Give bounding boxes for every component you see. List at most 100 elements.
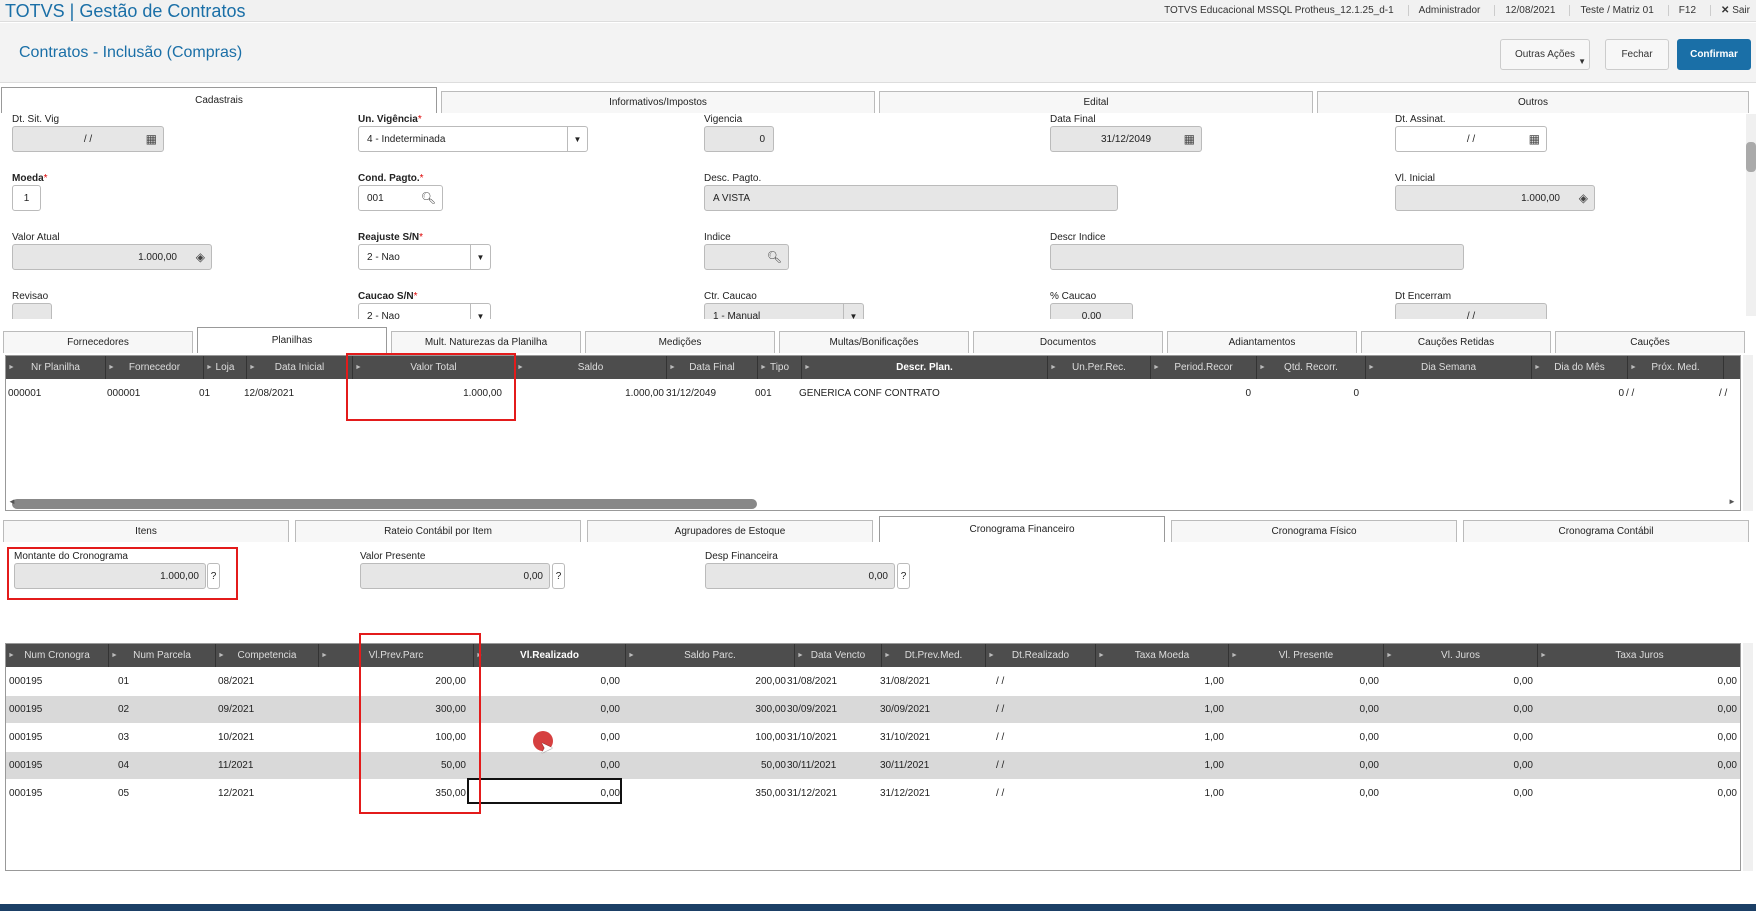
pct-caucao-field[interactable]: 0,00 <box>1050 303 1133 319</box>
col-vl-realizado[interactable]: ► Vl.Realizado <box>474 644 626 667</box>
tab-fornecedores[interactable]: Fornecedores <box>3 331 193 353</box>
col-un-per-rec[interactable]: ► Un.Per.Rec. <box>1048 356 1151 379</box>
form-scrollbar[interactable] <box>1746 114 1756 316</box>
tab-cronograma-financeiro[interactable]: Cronograma Financeiro <box>879 516 1165 542</box>
col-vl-presente[interactable]: ► Vl. Presente <box>1229 644 1384 667</box>
col-qtd-recorr[interactable]: ► Qtd. Recorr. <box>1257 356 1366 379</box>
other-actions-button[interactable]: Outras Ações ▼ <box>1500 39 1590 70</box>
tab-rateio[interactable]: Rateio Contábil por Item <box>295 520 581 542</box>
confirm-button[interactable]: Confirmar <box>1677 39 1751 70</box>
data-final-field[interactable]: 31/12/2049 ▦ <box>1050 126 1202 152</box>
tab-adiantamentos[interactable]: Adiantamentos <box>1167 331 1357 353</box>
cond-pagto-field[interactable]: 001 🔍︎ <box>358 185 443 211</box>
col-loja[interactable]: ► Loja <box>204 356 247 379</box>
col-period-recor[interactable]: ► Period.Recor <box>1151 356 1257 379</box>
col-taxa-moeda[interactable]: ► Taxa Moeda <box>1096 644 1229 667</box>
close-button[interactable]: Fechar <box>1605 39 1669 70</box>
scroll-right-icon[interactable]: ► <box>1728 497 1736 506</box>
chevron-down-icon[interactable]: ▼ <box>470 245 490 269</box>
col-fornecedor[interactable]: ► Fornecedor <box>106 356 204 379</box>
col-saldo-parc[interactable]: ► Saldo Parc. <box>626 644 795 667</box>
tab-cronograma-contabil[interactable]: Cronograma Contábil <box>1463 520 1749 542</box>
planilhas-grid[interactable]: ► Nr Planilha ► Fornecedor ► Loja ► Data Ini… <box>5 355 1741 511</box>
col-dia-semana[interactable]: ► Dia Semana <box>1366 356 1532 379</box>
planilhas-vscroll[interactable] <box>1743 355 1753 511</box>
tab-cadastrais[interactable]: Cadastrais <box>1 87 437 113</box>
revisao-field[interactable] <box>12 303 52 319</box>
tab-medicoes[interactable]: Medições <box>585 331 775 353</box>
horizontal-scrollbar[interactable] <box>12 499 757 509</box>
user-label[interactable]: Administrador <box>1407 5 1480 16</box>
col-descr-plan[interactable]: ► Descr. Plan. <box>802 356 1048 379</box>
chevron-down-icon[interactable]: ▼ <box>843 304 863 319</box>
scroll-left-icon[interactable]: ◄ <box>8 497 16 506</box>
descr-indice-field[interactable] <box>1050 244 1464 270</box>
moeda-field[interactable]: 1 <box>12 185 41 211</box>
calculator-icon[interactable]: ◈ <box>196 250 205 264</box>
tab-cronograma-fisico[interactable]: Cronograma Físico <box>1171 520 1457 542</box>
search-icon[interactable]: 🔍︎ <box>767 250 782 264</box>
tab-agrupadores[interactable]: Agrupadores de Estoque <box>587 520 873 542</box>
shortcut-label[interactable]: F12 <box>1667 5 1696 16</box>
chevron-down-icon[interactable]: ▼ <box>567 127 587 151</box>
table-row[interactable]: 000195 01 08/2021 200,00 0,00 200,00 31/08/202… <box>6 668 1740 695</box>
chevron-down-icon[interactable]: ▼ <box>470 304 490 319</box>
calculator-icon[interactable]: ◈ <box>1579 191 1588 205</box>
vigencia-field[interactable]: 0 <box>704 126 774 152</box>
reajuste-select[interactable]: 2 - Nao ▼ <box>358 244 491 270</box>
tab-outros[interactable]: Outros <box>1317 91 1749 113</box>
tab-caucoes[interactable]: Cauções <box>1555 331 1745 353</box>
col-taxa-juros[interactable]: ► Taxa Juros <box>1538 644 1740 667</box>
calendar-icon[interactable]: ▦ <box>146 132 157 146</box>
table-row[interactable]: 000001 000001 01 12/08/2021 1.000,00 1.0… <box>6 380 1727 407</box>
col-nr-planilha[interactable]: ► Nr Planilha <box>6 356 106 379</box>
cronograma-vscroll[interactable] <box>1743 643 1753 871</box>
caucao-select[interactable]: 2 - Nao ▼ <box>358 303 491 319</box>
date-label[interactable]: 12/08/2021 <box>1494 5 1555 16</box>
col-vl-juros[interactable]: ► Vl. Juros <box>1384 644 1538 667</box>
tab-edital[interactable]: Edital <box>879 91 1313 113</box>
desp-financeira-field[interactable]: 0,00 <box>705 563 895 589</box>
col-dia-mes[interactable]: ► Dia do Mês <box>1532 356 1628 379</box>
col-data-vencto[interactable]: ► Data Vencto <box>795 644 882 667</box>
ctr-caucao-select[interactable]: 1 - Manual ▼ <box>704 303 864 319</box>
valor-atual-field[interactable]: 1.000,00 ◈ <box>12 244 212 270</box>
col-data-final[interactable]: ► Data Final <box>667 356 758 379</box>
table-row[interactable]: 000195 02 09/2021 300,00 0,00 300,00 30/09/202… <box>6 696 1740 723</box>
col-dt-realizado[interactable]: ► Dt.Realizado <box>986 644 1096 667</box>
tab-documentos[interactable]: Documentos <box>973 331 1163 353</box>
valor-presente-field[interactable]: 0,00 <box>360 563 550 589</box>
help-button[interactable]: ? <box>552 563 565 589</box>
tab-mult-naturezas[interactable]: Mult. Naturezas da Planilha <box>391 331 581 353</box>
tab-informativos[interactable]: Informativos/Impostos <box>441 91 875 113</box>
dt-encerram-field[interactable]: / / <box>1395 303 1547 319</box>
tab-caucoes-retidas[interactable]: Cauções Retidas <box>1361 331 1551 353</box>
search-icon[interactable]: 🔍︎ <box>421 191 436 205</box>
dt-assinat-field[interactable]: / / ▦ <box>1395 126 1547 152</box>
exit-button[interactable]: ✕ Sair <box>1710 5 1750 16</box>
desc-pagto-field[interactable]: A VISTA <box>704 185 1118 211</box>
calendar-icon[interactable]: ▦ <box>1184 132 1195 146</box>
col-dt-prev-med[interactable]: ► Dt.Prev.Med. <box>882 644 986 667</box>
col-tipo[interactable]: ► Tipo <box>758 356 802 379</box>
cronograma-grid[interactable]: ► Num Cronogra ► Num Parcela ► Competencia … <box>5 643 1741 871</box>
table-row[interactable]: 000195 05 12/2021 350,00 0,00 350,00 31/12/202… <box>6 780 1740 807</box>
col-prox-med[interactable]: ► Próx. Med. <box>1628 356 1724 379</box>
table-row[interactable]: 000195 04 11/2021 50,00 0,00 50,00 30/11/2021 3… <box>6 752 1740 779</box>
dt-sit-vig-field[interactable]: / / ▦ <box>12 126 164 152</box>
vl-inicial-field[interactable]: 1.000,00 ◈ <box>1395 185 1595 211</box>
col-num-cronogra[interactable]: ► Num Cronogra <box>6 644 109 667</box>
calendar-icon[interactable]: ▦ <box>1529 132 1540 146</box>
tab-itens[interactable]: Itens <box>3 520 289 542</box>
help-button[interactable]: ? <box>897 563 910 589</box>
scrollbar-thumb[interactable] <box>1746 142 1756 172</box>
col-saldo[interactable]: ► Saldo <box>515 356 667 379</box>
table-row[interactable]: 000195 03 10/2021 100,00 0,00 100,00 31/10/202… <box>6 724 1740 751</box>
col-num-parcela[interactable]: ► Num Parcela <box>109 644 216 667</box>
tab-planilhas[interactable]: Planilhas <box>197 327 387 353</box>
col-competencia[interactable]: ► Competencia <box>216 644 319 667</box>
col-data-inicial[interactable]: ► Data Inicial <box>247 356 353 379</box>
indice-field[interactable]: 🔍︎ <box>704 244 789 270</box>
tab-multas[interactable]: Multas/Bonificações <box>779 331 969 353</box>
branch-label[interactable]: Teste / Matriz 01 <box>1569 5 1654 16</box>
